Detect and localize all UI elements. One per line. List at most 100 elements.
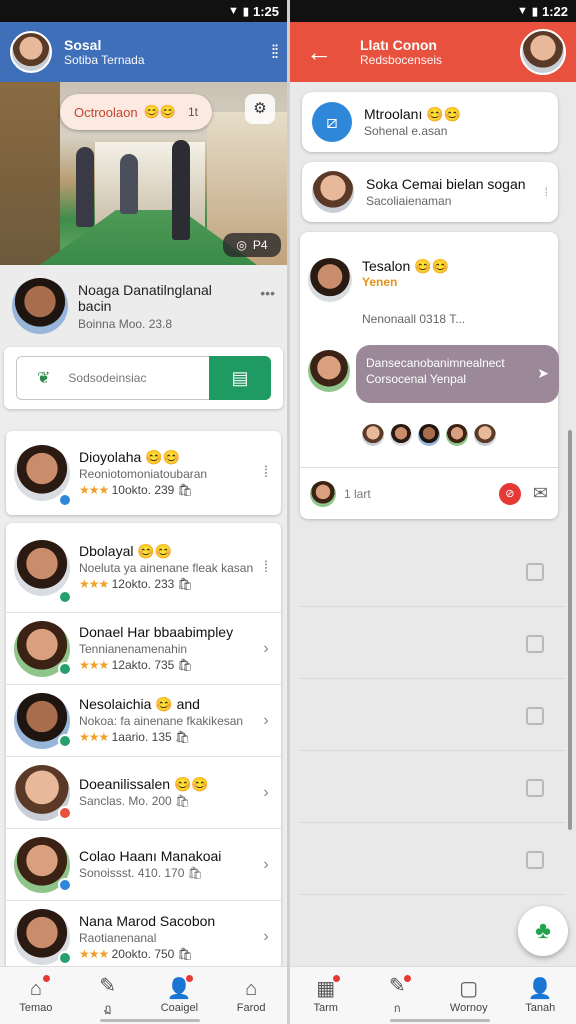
contact-sub: Noeluta ya ainenane fleak kasan — [79, 561, 254, 575]
record-icon[interactable]: ⊘ — [498, 482, 521, 505]
nav-feather[interactable]: ✎ ฏ — [72, 967, 144, 1024]
contact-avatar[interactable] — [520, 29, 566, 75]
chevron-right-icon[interactable]: › — [259, 712, 273, 730]
checkbox-icon[interactable] — [526, 851, 544, 869]
square-icon: ▢ — [459, 977, 479, 1000]
nav-house[interactable]: ⌂ Farod — [215, 967, 287, 1024]
left-pane: ▼ ▮ 1:25 Sosal Sotiba Ternada ⁞⁞ Octrool… — [0, 0, 287, 1024]
person-icon: 👤 — [527, 977, 553, 1000]
list-item[interactable]: Dioyolaha 😊😊 Reoniotomoniatoubaran ★★★ 1… — [6, 431, 281, 515]
checkbox-icon[interactable] — [526, 707, 544, 725]
search-input[interactable]: ❦ Sodsodeinsiac — [16, 356, 209, 400]
profile-meta: Boinna Moo. 23.8 — [78, 316, 173, 331]
checkbox-icon[interactable] — [526, 563, 544, 581]
chevron-right-icon[interactable]: › — [259, 856, 273, 874]
chat-name: Mtroolanı 😊😊 — [364, 105, 462, 122]
nav-indicator — [100, 1019, 200, 1022]
list-item[interactable]: Colao Haanı Manakoai Sonoissst. 410. 170… — [6, 829, 281, 901]
message-tag: Yenen — [362, 275, 398, 289]
contact-card-featured: Dioyolaha 😊😊 Reoniotomoniatoubaran ★★★ 1… — [6, 431, 281, 515]
user-avatar[interactable] — [10, 31, 52, 73]
empty-slot[interactable] — [300, 753, 566, 823]
rating-stars: ★★★ — [79, 658, 109, 672]
message-avatar — [308, 258, 352, 302]
chat-subtitle: Redsbocenseis — [360, 52, 443, 67]
status-badge — [58, 806, 72, 820]
contact-sub: Tennianenamenahin — [79, 642, 188, 656]
seen-avatar — [444, 422, 470, 448]
seen-avatar — [388, 422, 414, 448]
empty-slot[interactable] — [300, 681, 566, 751]
photo-count-badge[interactable]: ◎ P4 — [223, 233, 281, 257]
notification-dot — [42, 975, 50, 982]
nav-calendar[interactable]: ▦ Tarm — [290, 967, 362, 1024]
battery-icon: ▮ — [242, 5, 249, 18]
nav-person[interactable]: 👤 Tanah — [505, 967, 576, 1024]
search-card: ❦ Sodsodeinsiac ▤ — [4, 347, 283, 409]
grid-menu-icon[interactable]: ⁞⁞ — [271, 42, 279, 63]
chevron-right-icon[interactable]: › — [259, 640, 273, 658]
checkbox-icon[interactable] — [526, 779, 544, 797]
more-icon[interactable]: ⁞ — [259, 559, 273, 577]
more-icon[interactable]: ⁞ — [259, 464, 273, 482]
nav-indicator — [390, 1019, 490, 1022]
list-item[interactable]: Nesolaichia 😊 and Nokoa: fa ainenane fka… — [6, 685, 281, 757]
mail-icon[interactable]: ✉ — [533, 483, 548, 504]
empty-slot[interactable] — [300, 609, 566, 679]
chevron-right-icon[interactable]: › — [259, 784, 273, 802]
more-options-icon[interactable]: ••• — [260, 285, 275, 301]
seen-avatar — [472, 422, 498, 448]
house-icon: ⌂ — [245, 977, 258, 1000]
chat-sub: Sacoliaienaman — [366, 193, 452, 208]
bubble-text: Dansecanobanimnealnect Corsocenal Yenpal — [366, 356, 505, 386]
message-meta: Nenonaall 0318 T... — [362, 312, 466, 326]
seen-avatar — [360, 422, 386, 448]
nav-square[interactable]: ▢ Wornoy — [433, 967, 505, 1024]
message-bubble[interactable]: Dansecanobanimnealnect Corsocenal Yenpal… — [356, 345, 559, 403]
back-arrow-icon[interactable]: ← — [306, 39, 332, 65]
contact-sub: Raotianenanal — [79, 930, 157, 945]
compose-input[interactable]: 1 lart — [344, 487, 371, 501]
settings-icon[interactable]: ⚙ — [245, 94, 275, 124]
rating-text: 12akto. 735 🛍 — [111, 658, 193, 672]
status-bar: ▼ ▮ 1:25 — [0, 0, 287, 22]
list-item[interactable]: Doeanilissalen 😊😊 Sanclas. Mo. 200 🛍 › — [6, 757, 281, 829]
more-icon[interactable]: ⁞ — [545, 185, 548, 199]
status-time: 1:22 — [541, 3, 568, 19]
status-badge — [58, 734, 72, 748]
search-button[interactable]: ▤ — [209, 356, 271, 400]
wifi-icon: ▼ — [517, 5, 528, 17]
tree-fab-button[interactable]: ♣ — [518, 906, 568, 956]
empty-slot[interactable] — [300, 537, 566, 607]
nav-home[interactable]: ⌂ Temao — [0, 967, 72, 1024]
empty-slot[interactable] — [300, 825, 566, 895]
photo-person — [76, 147, 94, 227]
app-title: Sosal — [64, 36, 102, 53]
contact-name: Nesolaichia 😊 and — [79, 696, 200, 712]
checkbox-icon[interactable] — [526, 635, 544, 653]
nav-label: Coaigel — [160, 1001, 199, 1014]
chat-top-card[interactable]: ⧄ Mtroolanı 😊😊 Sohenal e.asan — [302, 92, 558, 152]
status-badge — [58, 590, 72, 604]
scrollbar[interactable] — [568, 430, 572, 830]
reaction-pill[interactable]: Octroolaon 😊😊 1t — [60, 94, 212, 130]
nav-feather[interactable]: ✎ ก — [362, 967, 434, 1024]
chevron-right-icon[interactable]: › — [259, 928, 273, 946]
camera-icon: ◎ — [236, 238, 247, 252]
list-item[interactable]: Donael Har bbaabimpley Tennianenamenahin… — [6, 613, 281, 685]
contact-list: Dbolayal 😊😊 Noeluta ya ainenane fleak ka… — [6, 523, 281, 973]
calendar-icon: ▦ — [316, 977, 336, 1000]
profile-row[interactable]: Noaga Danatilnglanal bacin Boinna Moo. 2… — [0, 265, 287, 347]
message-header: Tesalon 😊😊 Yenen — [308, 258, 449, 302]
contact-sub: Sanclas. Mo. 200 🛍 — [79, 794, 191, 808]
contact-sub: Nokoa: fa ainenane fkakikesan — [79, 714, 244, 728]
nav-people[interactable]: 👤 Coaigel — [144, 967, 216, 1024]
list-item[interactable]: Nana Marod Sacobon Raotianenanal ★★★ 20o… — [6, 901, 281, 973]
rating-stars: ★★★ — [79, 482, 109, 497]
status-bar: ▼ ▮ 1:22 — [290, 0, 576, 22]
chat-item-card[interactable]: Soka Cemai bielan sogan Sacoliaienaman ⁞ — [302, 162, 558, 222]
list-item[interactable]: Dbolayal 😊😊 Noeluta ya ainenane fleak ka… — [6, 523, 281, 613]
chat-name: Soka Cemai bielan sogan — [366, 175, 526, 192]
feed-photo[interactable]: Octroolaon 😊😊 1t ⚙ ◎ P4 — [0, 82, 287, 265]
photo-person — [120, 154, 138, 214]
